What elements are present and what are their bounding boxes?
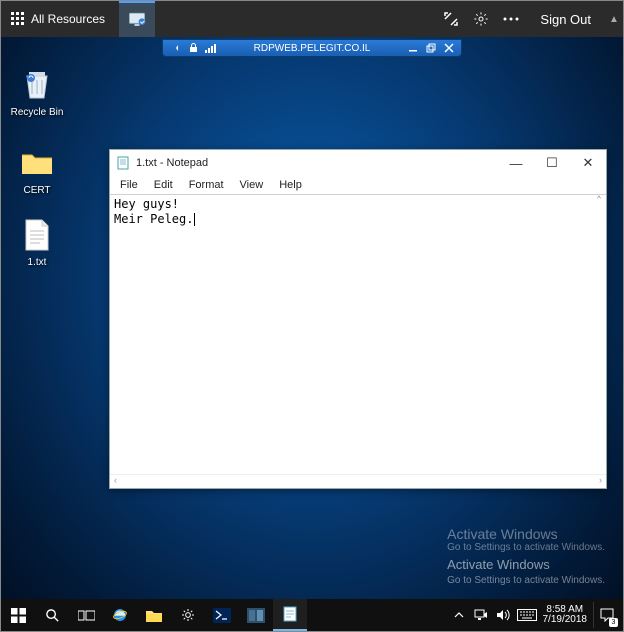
text-file-icon [19,217,55,253]
task-view-button[interactable] [69,599,103,631]
recycle-bin-icon [19,67,55,103]
notepad-menubar: File Edit Format View Help [110,176,606,195]
pin-icon[interactable] [169,42,181,54]
desktop-icon-cert-folder[interactable]: CERT [7,145,67,196]
menu-format[interactable]: Format [183,178,230,192]
tray-clock[interactable]: 8:58 AM 7/19/2018 [543,605,588,626]
menu-help[interactable]: Help [273,178,308,192]
tray-chevron-up-icon[interactable] [451,607,467,623]
all-resources-label: All Resources [31,12,105,26]
minimize-icon[interactable] [407,42,419,54]
tray-date: 7/19/2018 [543,615,588,626]
settings-gear-icon[interactable] [466,1,496,37]
close-icon[interactable] [443,42,455,54]
scroll-left-icon[interactable]: ‹ [114,475,117,488]
window-close-button[interactable]: ✕ [570,150,606,176]
notepad-titlebar[interactable]: 1.txt - Notepad — ☐ ✕ [110,150,606,176]
activate-windows-watermark-back: Activate Windows Go to Settings to activ… [447,526,605,553]
taskbar-notepad-icon[interactable] [273,599,307,631]
tray-keyboard-icon[interactable] [517,607,537,623]
menu-file[interactable]: File [114,178,144,192]
desktop-icon-label: Recycle Bin [7,107,67,118]
remote-desktop[interactable]: RDPWEB.PELEGIT.CO.IL Recycle Bin CERT [1,37,623,631]
taskbar-explorer-icon[interactable] [137,599,171,631]
desktop-icon-label: 1.txt [7,257,67,268]
notepad-icon [116,156,130,170]
taskbar-server-manager-icon[interactable] [239,599,273,631]
connection-host-label: RDPWEB.PELEGIT.CO.IL [223,43,401,54]
taskbar-ie-icon[interactable] [103,599,137,631]
notepad-title-text: 1.txt - Notepad [136,157,498,169]
connection-bar[interactable]: RDPWEB.PELEGIT.CO.IL [162,39,462,57]
taskbar: 8:58 AM 7/19/2018 3 [1,599,623,631]
tray-network-icon[interactable] [473,607,489,623]
signal-icon [205,42,217,54]
activate-windows-watermark: Activate Windows Go to Settings to activ… [447,556,605,587]
scroll-right-icon[interactable]: › [599,475,602,488]
system-tray: 8:58 AM 7/19/2018 3 [451,602,624,628]
taskbar-settings-icon[interactable] [171,599,205,631]
apps-grid-icon [11,12,25,26]
desktop-icon-txt-file[interactable]: 1.txt [7,217,67,268]
sign-out-button[interactable]: Sign Out [526,12,605,27]
menu-view[interactable]: View [234,178,270,192]
window-minimize-button[interactable]: — [498,150,534,176]
all-resources-button[interactable]: All Resources [1,1,115,37]
rdweb-topbar: All Resources Sign Out ▲ [1,1,623,37]
rdp-app-tile[interactable] [119,1,155,37]
scroll-up-icon[interactable]: ⌃ [592,195,606,209]
monitor-icon [127,10,147,30]
text-line: Hey guys! [114,197,602,212]
notepad-text-area[interactable]: ⌃ Hey guys! Meir Peleg. [110,195,606,474]
app-frame: All Resources Sign Out ▲ [0,0,624,632]
lock-icon [187,42,199,54]
tray-volume-icon[interactable] [495,607,511,623]
menu-edit[interactable]: Edit [148,178,179,192]
chevron-up-icon[interactable]: ▲ [605,1,623,37]
search-button[interactable] [35,599,69,631]
desktop-icon-label: CERT [7,185,67,196]
tray-notifications-icon[interactable]: 3 [593,602,619,628]
text-line: Meir Peleg. [114,212,602,227]
notepad-window[interactable]: 1.txt - Notepad — ☐ ✕ File Edit Format V… [109,149,607,489]
folder-icon [19,145,55,181]
restore-icon[interactable] [425,42,437,54]
taskbar-powershell-icon[interactable] [205,599,239,631]
notification-badge: 3 [609,618,618,627]
more-icon[interactable] [496,1,526,37]
expand-icon[interactable] [436,1,466,37]
desktop-icon-recycle-bin[interactable]: Recycle Bin [7,67,67,118]
start-button[interactable] [1,599,35,631]
notepad-status-bar: ‹ › [110,474,606,488]
text-caret [194,213,195,226]
window-maximize-button[interactable]: ☐ [534,150,570,176]
